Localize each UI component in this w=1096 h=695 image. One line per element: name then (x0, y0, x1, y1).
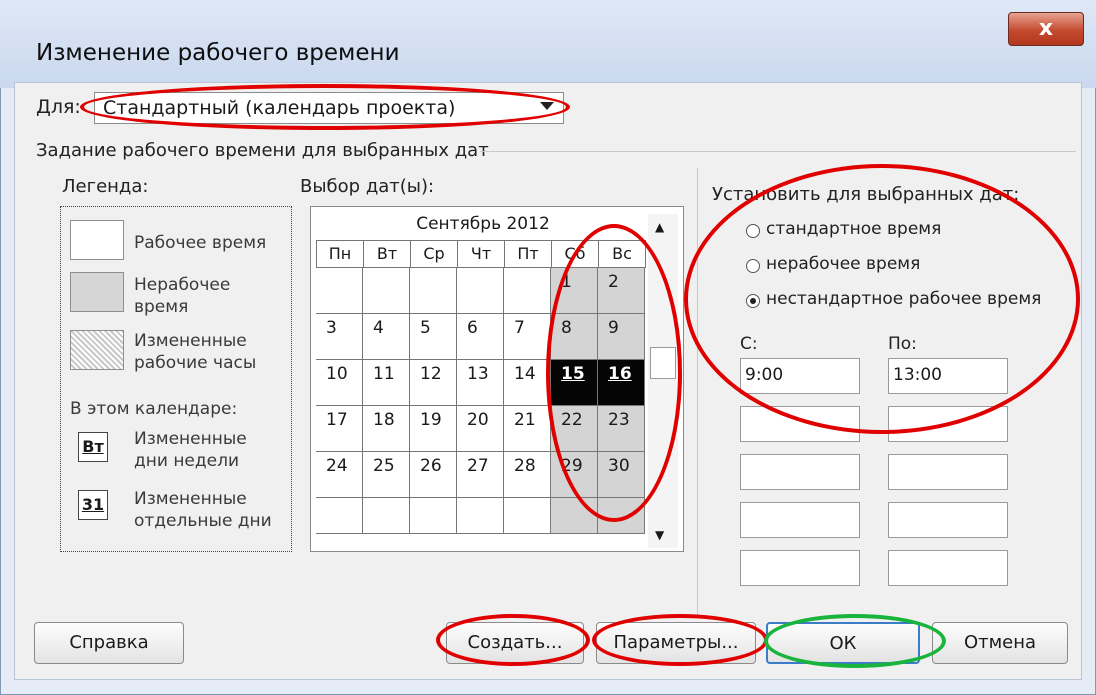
to-label: По: (888, 334, 917, 354)
group-title: Задание рабочего времени для выбранных д… (36, 140, 489, 161)
calendar-day-cell[interactable] (598, 498, 645, 534)
nonworking-time-swatch (70, 272, 124, 312)
weekday-header[interactable]: Сб (551, 240, 599, 268)
calendar-day-cell[interactable]: 10 (316, 360, 363, 406)
calendar-day-cell[interactable]: 13 (457, 360, 504, 406)
legend-item-changed-days: Измененные отдельные дни (134, 489, 272, 531)
cancel-button[interactable]: Отмена (932, 622, 1068, 664)
calendar-day-cell[interactable]: 21 (504, 406, 551, 452)
weekday-header[interactable]: Вс (598, 240, 646, 268)
section-divider (697, 168, 698, 616)
time-to-input[interactable] (888, 502, 1008, 538)
radio-custom-time[interactable] (746, 294, 760, 308)
calendar-day-cell[interactable]: 29 (551, 452, 598, 498)
calendar-day-cell[interactable]: 27 (457, 452, 504, 498)
weekday-header[interactable]: Чт (457, 240, 505, 268)
scroll-thumb[interactable] (650, 347, 676, 379)
time-to-input[interactable] (888, 454, 1008, 490)
time-from-input[interactable] (740, 502, 860, 538)
calendar-day-cell[interactable]: 2 (598, 268, 645, 314)
calendar-day-cell[interactable]: 18 (363, 406, 410, 452)
radio-nonworking-time[interactable] (746, 259, 760, 273)
time-to-input[interactable] (888, 550, 1008, 586)
legend-item-nonworking: Нерабочее время (134, 275, 231, 317)
weekday-header[interactable]: Вт (363, 240, 411, 268)
calendar-scrollbar[interactable] (648, 214, 678, 548)
calendar-day-cell[interactable]: 20 (457, 406, 504, 452)
changed-hours-swatch (70, 330, 124, 370)
weekday-header[interactable]: Ср (410, 240, 458, 268)
weekday-header[interactable]: Пн (316, 240, 364, 268)
calendar-day-cell[interactable]: 1 (551, 268, 598, 314)
radio-custom-time-label[interactable]: нестандартное рабочее время (766, 289, 1041, 309)
calendar-day-cell[interactable]: 12 (410, 360, 457, 406)
calendar-day-cell[interactable]: 22 (551, 406, 598, 452)
calendar-day-cell[interactable]: 17 (316, 406, 363, 452)
calendar-day-cell[interactable] (363, 268, 410, 314)
radio-standard-time[interactable] (746, 224, 760, 238)
calendar-day-cell[interactable]: 23 (598, 406, 645, 452)
calendar-day-cell[interactable]: 11 (363, 360, 410, 406)
group-divider (480, 151, 1076, 152)
calendar-day-cell[interactable]: 19 (410, 406, 457, 452)
options-button[interactable]: Параметры... (596, 622, 756, 664)
calendar-day-cell[interactable] (363, 498, 410, 534)
chevron-down-icon[interactable] (540, 102, 554, 110)
changed-day-badge: 31 (78, 490, 108, 520)
calendar-day-cell[interactable]: 15 (551, 360, 598, 406)
calendar-day-cell[interactable] (504, 498, 551, 534)
in-calendar-title: В этом календаре: (70, 399, 238, 419)
create-button[interactable]: Создать... (446, 622, 584, 664)
time-from-input[interactable]: 9:00 (740, 358, 860, 394)
settings-title: Установить для выбранных дат: (712, 184, 1020, 205)
close-button[interactable]: x (1008, 12, 1084, 46)
for-label: Для: (36, 96, 81, 118)
calendar-day-cell[interactable]: 25 (363, 452, 410, 498)
time-from-input[interactable] (740, 406, 860, 442)
legend-item-changed-weekdays: Измененные дни недели (134, 429, 247, 471)
help-button[interactable]: Справка (34, 622, 184, 664)
calendar-day-cell[interactable]: 8 (551, 314, 598, 360)
calendar-day-cell[interactable]: 28 (504, 452, 551, 498)
time-from-input[interactable] (740, 454, 860, 490)
from-label: С: (740, 334, 758, 354)
legend-item-working: Рабочее время (134, 233, 267, 253)
working-time-swatch (70, 220, 124, 260)
calendar-day-cell[interactable] (504, 268, 551, 314)
time-to-input[interactable] (888, 406, 1008, 442)
changed-weekday-badge: Вт (78, 432, 108, 462)
calendar-day-cell[interactable]: 14 (504, 360, 551, 406)
calendar-day-cell[interactable]: 3 (316, 314, 363, 360)
radio-nonworking-time-label[interactable]: нерабочее время (766, 254, 920, 274)
dialog-title: Изменение рабочего времени (36, 40, 400, 66)
calendar-day-cell[interactable]: 9 (598, 314, 645, 360)
calendar-day-cell[interactable] (316, 268, 363, 314)
weekday-header[interactable]: Пт (504, 240, 552, 268)
legend-title: Легенда: (62, 176, 149, 197)
calendar-day-cell[interactable]: 6 (457, 314, 504, 360)
calendar-day-cell[interactable]: 16 (598, 360, 645, 406)
calendar-day-cell[interactable]: 26 (410, 452, 457, 498)
calendar-day-cell[interactable]: 24 (316, 452, 363, 498)
calendar-day-cell[interactable]: 7 (504, 314, 551, 360)
date-picker-label: Выбор дат(ы): (300, 176, 435, 197)
time-to-input[interactable]: 13:00 (888, 358, 1008, 394)
calendar-select[interactable]: Стандартный (календарь проекта) (94, 92, 564, 124)
calendar-day-cell[interactable] (457, 268, 504, 314)
legend-item-changed-hours: Измененные рабочие часы (134, 331, 257, 373)
calendar-day-cell[interactable]: 4 (363, 314, 410, 360)
calendar-day-cell[interactable]: 30 (598, 452, 645, 498)
calendar-day-cell[interactable] (457, 498, 504, 534)
calendar-day-cell[interactable] (551, 498, 598, 534)
calendar-month: Сентябрь 2012 (416, 214, 550, 234)
calendar-day-cell[interactable] (410, 268, 457, 314)
scroll-down-icon[interactable]: ▼ (655, 528, 664, 542)
calendar-day-cell[interactable] (316, 498, 363, 534)
ok-button[interactable]: ОК (766, 622, 920, 664)
calendar-day-cell[interactable] (410, 498, 457, 534)
radio-standard-time-label[interactable]: стандартное время (766, 219, 941, 239)
calendar-day-cell[interactable]: 5 (410, 314, 457, 360)
scroll-up-icon[interactable]: ▲ (655, 220, 664, 234)
time-from-input[interactable] (740, 550, 860, 586)
